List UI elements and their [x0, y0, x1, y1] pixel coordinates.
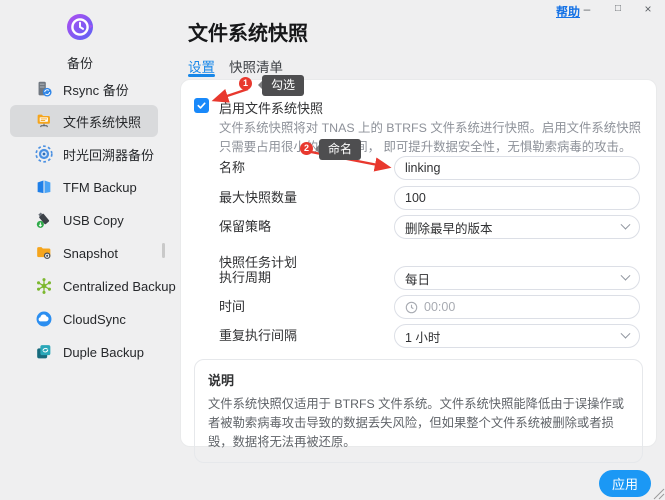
- period-select[interactable]: 每日: [394, 266, 640, 290]
- sidebar-item-duple-backup[interactable]: Duple Backup: [10, 336, 158, 368]
- app-title: 备份: [66, 56, 93, 71]
- folder-camera-icon: [34, 243, 54, 263]
- sidebar-item-label: CloudSync: [63, 311, 126, 327]
- page-title: 文件系统快照: [188, 23, 308, 45]
- sidebar-item-cloudsync[interactable]: CloudSync: [10, 303, 158, 335]
- close-icon[interactable]: ×: [638, 1, 658, 17]
- period-label: 执行周期: [219, 270, 272, 285]
- time-label: 时间: [219, 299, 246, 314]
- tab-snapshot-list[interactable]: 快照清单: [229, 56, 283, 76]
- chevron-down-icon: [620, 219, 631, 230]
- chevron-down-icon: [620, 270, 631, 281]
- repeat-select[interactable]: 1 小时: [394, 324, 640, 348]
- name-input-wrap: [394, 156, 640, 180]
- note-text: 文件系统快照仅适用于 BTRFS 文件系统。文件系统快照能降低由于误操作或者被勒…: [208, 397, 625, 450]
- sidebar-item-rsync[interactable]: Rsync 备份: [10, 73, 158, 105]
- max-snapshots-input[interactable]: [405, 191, 629, 205]
- sidebar-item-label: Centralized Backup: [63, 278, 176, 294]
- retention-label: 保留策略: [219, 219, 272, 234]
- resize-handle[interactable]: [651, 486, 665, 500]
- max-snapshots-input-wrap: [394, 186, 640, 210]
- max-snapshots-label: 最大快照数量: [219, 190, 298, 205]
- enable-snapshot-label: 启用文件系统快照: [219, 101, 324, 116]
- sidebar-item-usb-copy[interactable]: USB Copy: [10, 204, 158, 236]
- open-book-icon: [34, 177, 54, 197]
- sidebar: 备份 Rsync 备份 文件系统快照 时光回溯器备份 TFM Backup US…: [0, 0, 178, 500]
- annotation-tooltip-name: 命名: [314, 139, 362, 160]
- sidebar-item-filesystem-snapshot[interactable]: 文件系统快照: [10, 105, 158, 137]
- sidebar-item-label: Snapshot: [63, 245, 118, 261]
- server-sync-icon: [34, 79, 54, 99]
- clock-icon: [405, 301, 418, 313]
- repeat-label: 重复执行间隔: [219, 328, 298, 343]
- period-value: 每日: [405, 272, 431, 287]
- snapshot-description: 文件系统快照将对 TNAS 上的 BTRFS 文件系统进行快照。启用文件系统快照…: [219, 121, 641, 154]
- sidebar-item-label: 时光回溯器备份: [63, 147, 155, 163]
- minimize-icon[interactable]: –: [577, 1, 597, 17]
- repeat-value: 1 小时: [405, 330, 441, 345]
- annotation-tooltip-check: 勾选: [257, 75, 305, 96]
- enable-snapshot-checkbox[interactable]: [194, 98, 209, 113]
- sidebar-item-centralized-backup[interactable]: Centralized Backup: [10, 270, 176, 302]
- check-icon: [197, 102, 206, 109]
- name-input[interactable]: [405, 161, 629, 175]
- annotation-badge-2: 2: [300, 142, 313, 155]
- clock-backup-icon: [65, 12, 95, 42]
- retention-select[interactable]: 删除最早的版本: [394, 215, 640, 239]
- sidebar-item-snapshot[interactable]: Snapshot: [10, 237, 158, 269]
- time-machine-icon: [34, 144, 54, 164]
- sidebar-item-label: 文件系统快照: [63, 114, 142, 130]
- time-value: 00:00: [424, 300, 456, 314]
- cloud-icon: [34, 309, 54, 329]
- retention-value: 删除最早的版本: [405, 221, 493, 236]
- time-input[interactable]: 00:00: [394, 295, 640, 319]
- apply-button[interactable]: 应用: [599, 470, 651, 497]
- usb-drive-icon: [34, 210, 54, 230]
- sidebar-item-label: USB Copy: [63, 212, 124, 228]
- settings-panel: 启用文件系统快照 文件系统快照将对 TNAS 上的 BTRFS 文件系统进行快照…: [180, 79, 657, 464]
- tab-settings[interactable]: 设置: [188, 56, 215, 76]
- maximize-icon[interactable]: □: [608, 1, 628, 17]
- sidebar-item-tfm-backup[interactable]: TFM Backup: [10, 171, 158, 203]
- folder-network-icon: [34, 111, 54, 131]
- note-box: 说明 文件系统快照仅适用于 BTRFS 文件系统。文件系统快照能降低由于误操作或…: [194, 359, 643, 464]
- note-title: 说明: [208, 373, 235, 388]
- stacked-copy-icon: [34, 342, 54, 362]
- sidebar-item-time-machine[interactable]: 时光回溯器备份: [10, 138, 158, 170]
- name-label: 名称: [219, 160, 246, 175]
- sidebar-item-label: TFM Backup: [63, 179, 137, 195]
- chevron-down-icon: [620, 328, 631, 339]
- annotation-badge-1: 1: [239, 77, 252, 90]
- active-tab-underline: [188, 74, 215, 77]
- network-hub-icon: [34, 276, 54, 296]
- sidebar-item-label: Duple Backup: [63, 344, 144, 360]
- sidebar-item-label: Rsync 备份: [63, 82, 129, 98]
- sidebar-scrollbar[interactable]: [162, 243, 165, 258]
